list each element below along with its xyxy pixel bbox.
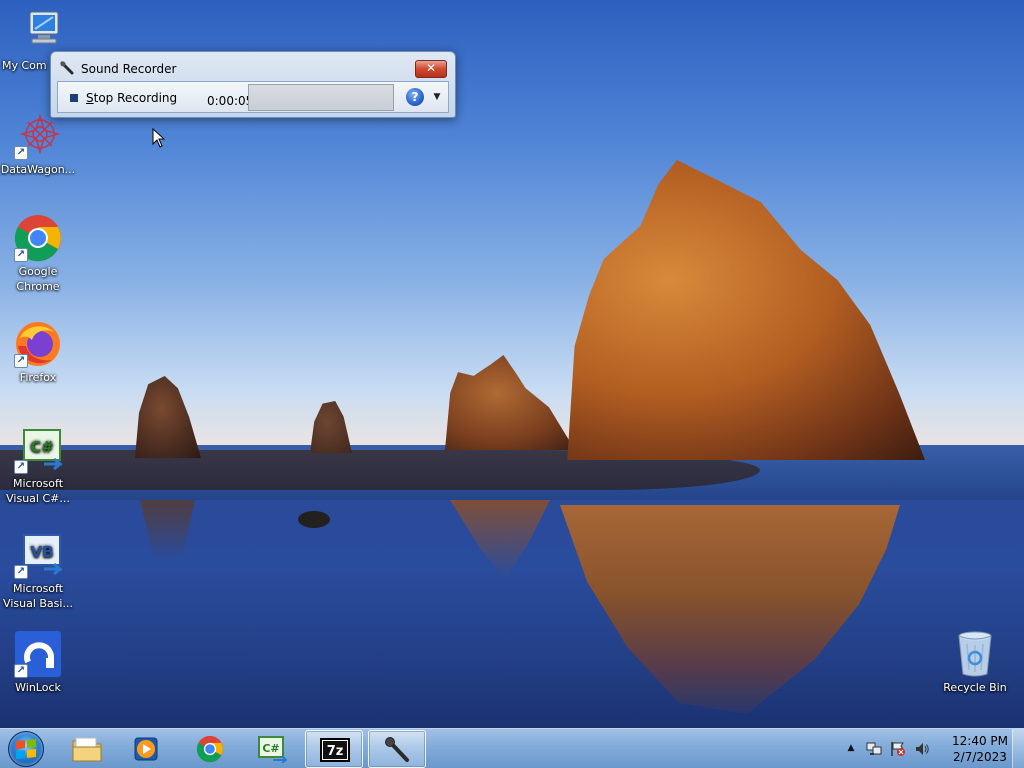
desktop-icon-datawagon[interactable]: ↗ DataWagon...: [0, 112, 76, 177]
desktop-icon-label: WinLock: [15, 681, 61, 694]
taskbar-clock[interactable]: 12:40 PM 2/7/2023: [940, 733, 1020, 765]
desktop-icon-label: Microsoft Visual Basi...: [3, 582, 73, 610]
csharp-icon-text: C#: [262, 742, 279, 755]
desktop-icon-label: DataWagon...: [0, 163, 76, 176]
firefox-icon: ↗: [14, 320, 62, 368]
help-button[interactable]: ?: [406, 88, 424, 106]
datawagon-icon: ↗: [14, 112, 62, 160]
elapsed-time: 0:00:05: [207, 94, 254, 108]
7zip-icon: 7z: [320, 736, 350, 764]
window-titlebar[interactable]: Sound Recorder ✕: [51, 52, 455, 82]
windows-logo-icon: [16, 738, 36, 760]
shortcut-arrow-icon: ↗: [14, 354, 28, 368]
action-center-flag-icon[interactable]: [889, 741, 907, 757]
desktop-icon-visual-csharp[interactable]: C# ↗ Microsoft Visual C#...: [0, 426, 76, 506]
mouse-cursor-icon: [152, 127, 166, 148]
show-desktop-button[interactable]: [1012, 729, 1024, 768]
clock-date: 2/7/2023: [953, 750, 1007, 764]
chevron-up-icon: ▲: [847, 743, 855, 753]
recorder-controls: Stop Recording 0:00:05 ? ▼: [57, 81, 449, 113]
clock-time: 12:40 PM: [952, 734, 1008, 748]
csharp-icon: C# ↗: [14, 426, 65, 474]
desktop-icon-label: Google Chrome: [16, 265, 60, 293]
media-player-icon: [132, 735, 162, 763]
taskbar-visual-csharp[interactable]: C#: [243, 730, 301, 768]
start-button[interactable]: [4, 730, 48, 768]
taskbar-google-chrome[interactable]: [181, 730, 239, 768]
microphone-icon: [383, 736, 413, 764]
shortcut-arrow-icon: ↗: [14, 146, 28, 160]
desktop-icon-label: Microsoft Visual C#...: [6, 477, 70, 505]
visual-basic-icon: VB ↗: [14, 531, 65, 579]
taskbar: C# 7z ▲ 12:40 PM 2/7/2023: [0, 728, 1024, 768]
recycle-bin-icon: [951, 630, 999, 678]
chrome-icon: [195, 735, 225, 763]
system-tray: ▲ 12:40 PM 2/7/2023: [840, 729, 1024, 768]
chrome-icon: ↗: [14, 214, 62, 262]
desktop-icon-google-chrome[interactable]: ↗ Google Chrome: [0, 214, 76, 294]
window-title: Sound Recorder: [81, 62, 177, 76]
taskbar-sound-recorder[interactable]: [368, 730, 426, 768]
stop-icon: [70, 94, 78, 102]
taskbar-windows-explorer[interactable]: [58, 730, 116, 768]
taskbar-windows-media-player[interactable]: [118, 730, 176, 768]
show-hidden-icons-button[interactable]: ▲: [842, 743, 860, 759]
volume-icon[interactable]: [913, 741, 931, 757]
desktop-icon-winlock[interactable]: ↗ WinLock: [0, 630, 76, 695]
folder-icon: [72, 735, 102, 763]
close-button[interactable]: ✕: [415, 60, 447, 78]
stop-recording-label: Stop Recording: [86, 91, 178, 105]
desktop-icon-recycle-bin[interactable]: Recycle Bin: [937, 630, 1013, 695]
csharp-icon: C#: [257, 735, 289, 764]
shortcut-arrow-icon: ↗: [14, 248, 28, 262]
desktop-icon-firefox[interactable]: ↗ Firefox: [0, 320, 76, 385]
shortcut-arrow-icon: ↗: [14, 460, 28, 474]
wallpaper-pebble: [298, 511, 330, 528]
desktop-icon-visual-basic[interactable]: VB ↗ Microsoft Visual Basi...: [0, 531, 76, 611]
visual-basic-icon-text: VB: [30, 543, 53, 561]
taskbar-7-zip[interactable]: 7z: [305, 730, 363, 768]
stop-recording-button[interactable]: Stop Recording 0:00:05: [61, 85, 253, 109]
microphone-icon: [60, 61, 76, 77]
chevron-down-icon: ▼: [433, 92, 441, 102]
csharp-icon-text: C#: [30, 438, 54, 456]
desktop-icon-label: Firefox: [19, 371, 57, 384]
network-icon[interactable]: [865, 741, 883, 757]
shortcut-arrow-icon: ↗: [14, 565, 28, 579]
help-dropdown-button[interactable]: ▼: [430, 90, 444, 104]
winlock-icon: ↗: [14, 630, 62, 678]
desktop-icon-label: Recycle Bin: [943, 681, 1007, 694]
sound-recorder-window[interactable]: Sound Recorder ✕ Stop Recording 0:00:05 …: [50, 51, 456, 118]
close-icon: ✕: [425, 61, 437, 75]
help-icon: ?: [411, 90, 419, 104]
7zip-icon-text: 7z: [327, 744, 344, 759]
shortcut-arrow-icon: ↗: [14, 664, 28, 678]
recording-level-meter: [248, 84, 394, 111]
